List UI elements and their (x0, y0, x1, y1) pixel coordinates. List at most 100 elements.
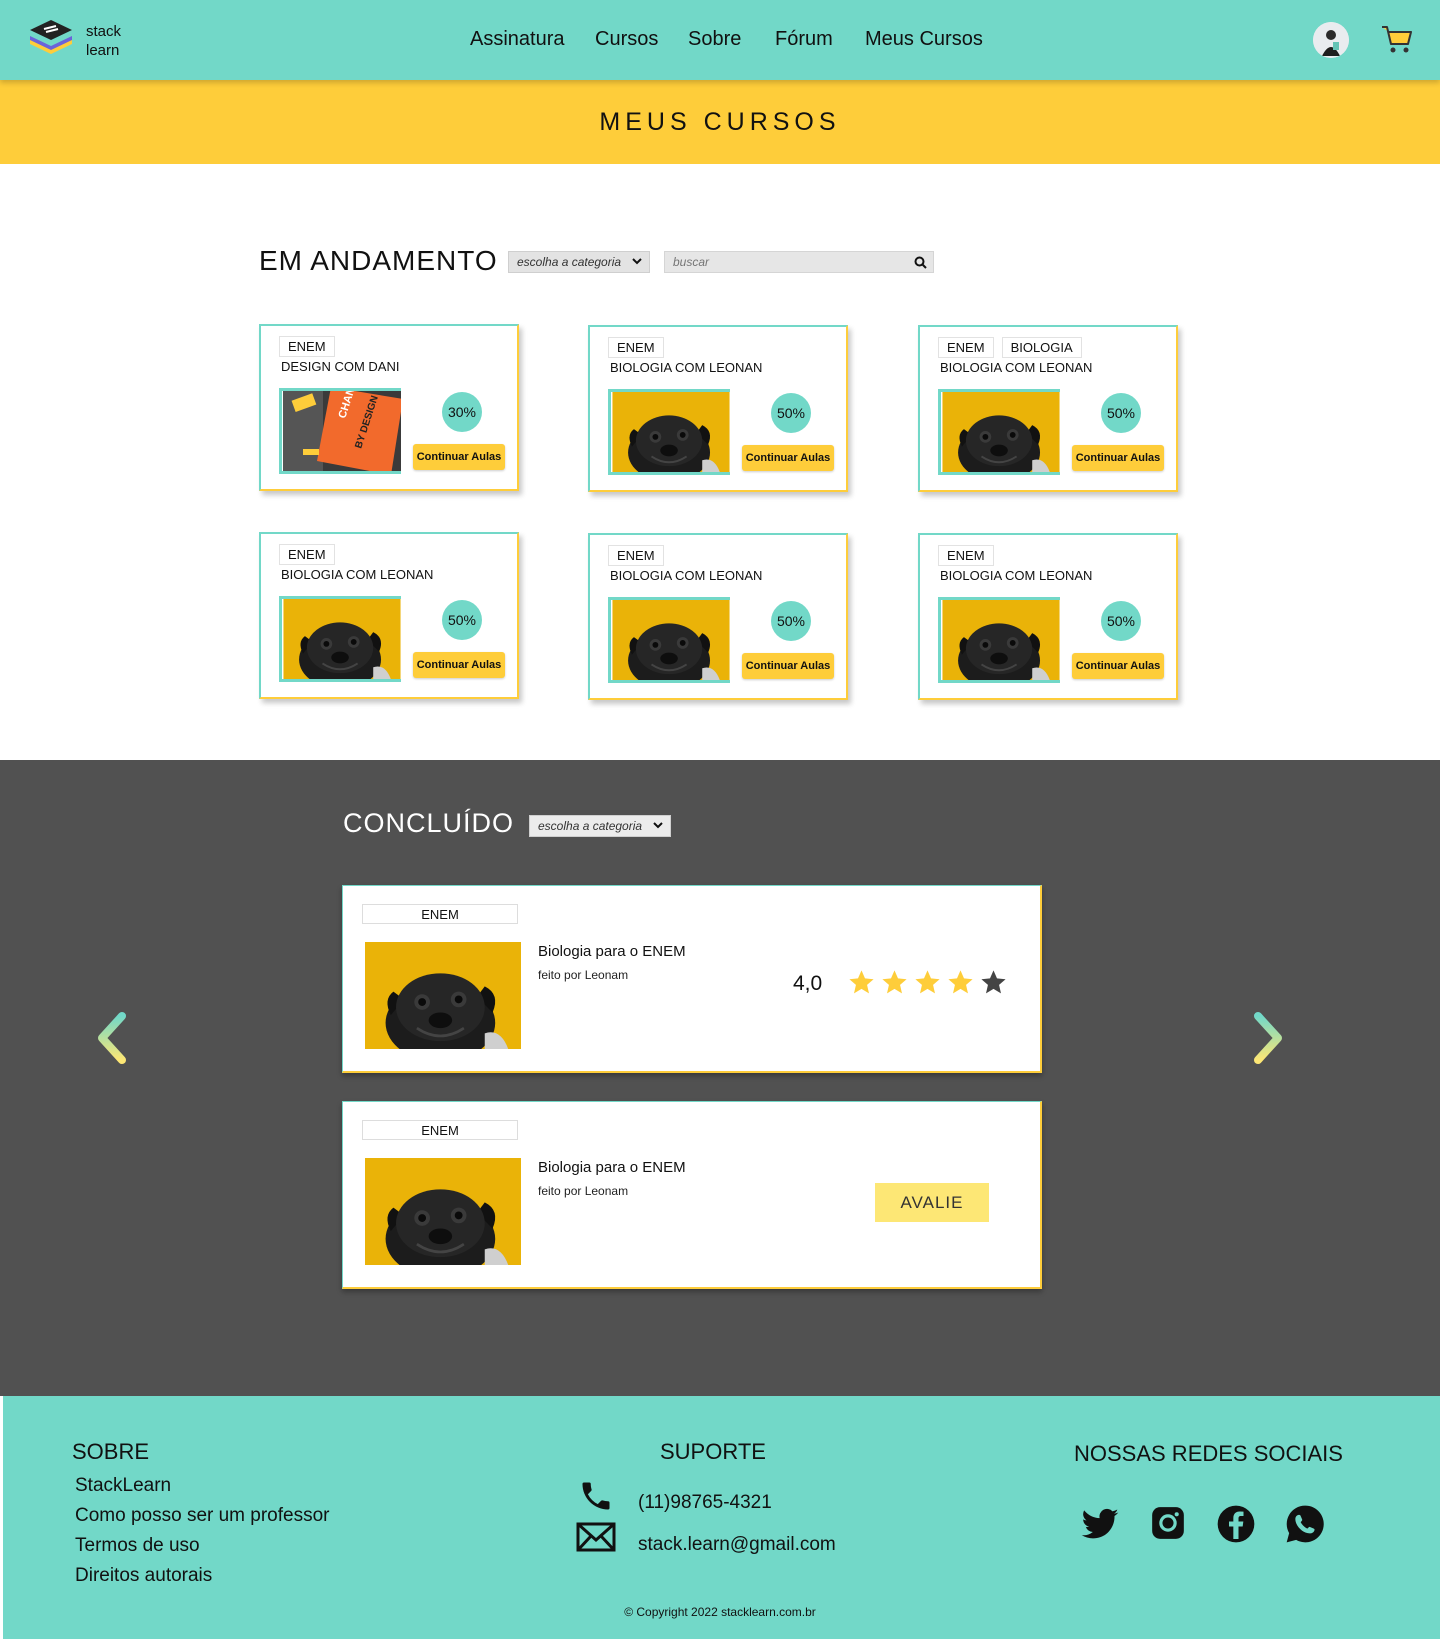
course-card[interactable]: ENEM BIOLOGIA COM LEONAN 50% Continuar A… (588, 325, 848, 492)
course-card[interactable]: ENEM BIOLOGIA COM LEONAN 50% Continuar A… (588, 533, 848, 700)
star-filled-icon (913, 968, 942, 997)
tag-list: ENEM (608, 545, 664, 566)
course-thumbnail (938, 597, 1060, 685)
course-author: feito por Leonam (538, 968, 629, 982)
instagram-icon[interactable] (1148, 1504, 1188, 1542)
chevron-down-icon (653, 822, 663, 829)
tag-list: ENEM BIOLOGIA (938, 337, 1082, 358)
search-input[interactable] (665, 252, 895, 272)
star-filled-icon (880, 968, 909, 997)
footer-suporte-title: SUPORTE (660, 1439, 766, 1464)
page-title-band: MEUS CURSOS (0, 80, 1440, 164)
course-title: BIOLOGIA COM LEONAN (281, 567, 434, 582)
completed-course-card[interactable]: ENEM Biologia para o ENEM feito por Leon… (342, 885, 1042, 1073)
progress-circle: 50% (771, 601, 811, 641)
pug-image-icon (942, 600, 1060, 680)
star-filled-icon (847, 968, 876, 997)
course-title: BIOLOGIA COM LEONAN (940, 360, 1093, 375)
course-card[interactable]: ENEM BIOLOGIA COM LEONAN 50% Continuar A… (918, 533, 1178, 700)
category-select-value: escolha a categoria (517, 255, 622, 269)
email-icon (576, 1522, 616, 1552)
facebook-icon[interactable] (1216, 1504, 1256, 1544)
search-icon[interactable] (914, 256, 927, 269)
course-title: DESIGN COM DANI (281, 359, 400, 374)
category-tag[interactable]: BIOLOGIA (1001, 337, 1082, 358)
category-tag[interactable]: ENEM (279, 336, 335, 357)
top-navbar: stack learn Assinatura Cursos Sobre Fóru… (0, 0, 1440, 80)
pug-image-icon (942, 392, 1060, 472)
page-title: MEUS CURSOS (599, 108, 841, 136)
pug-image-icon (365, 942, 521, 1049)
continue-lessons-button[interactable]: Continuar Aulas (413, 652, 505, 678)
course-image (283, 599, 401, 679)
progress-circle: 50% (442, 600, 482, 640)
footer-link-termos[interactable]: Termos de uso (75, 1535, 200, 1557)
twitter-icon[interactable] (1079, 1505, 1121, 1545)
progress-circle: 30% (442, 392, 482, 432)
category-tag[interactable]: ENEM (362, 1120, 518, 1140)
category-tag[interactable]: ENEM (608, 337, 664, 358)
footer-social-title: NOSSAS REDES SOCIAIS (1074, 1441, 1343, 1466)
footer-link-direitos[interactable]: Direitos autorais (75, 1565, 212, 1587)
main-nav: Assinatura Cursos Sobre Fórum Meus Curso… (0, 28, 1440, 52)
course-author: feito por Leonam (538, 1184, 629, 1198)
copyright-text: © Copyright 2022 stacklearn.com.br (624, 1605, 816, 1619)
in-progress-category-select[interactable]: escolha a categoria (508, 251, 650, 273)
nav-sobre[interactable]: Sobre (688, 28, 741, 51)
nav-cursos[interactable]: Cursos (595, 28, 658, 51)
course-card[interactable]: ENEM BIOLOGIA BIOLOGIA COM LEONAN 50% Co… (918, 325, 1178, 492)
course-thumbnail: CHANGE BY DESIGN (279, 388, 401, 476)
category-tag[interactable]: ENEM (279, 544, 335, 565)
carousel-prev-arrow-icon[interactable] (92, 1010, 132, 1066)
book-image-icon: CHANGE BY DESIGN (283, 391, 401, 471)
course-title: BIOLOGIA COM LEONAN (610, 360, 763, 375)
rate-course-button[interactable]: AVALIE (875, 1183, 989, 1222)
pug-image-icon (612, 392, 730, 472)
course-title: BIOLOGIA COM LEONAN (940, 568, 1093, 583)
nav-meus-cursos[interactable]: Meus Cursos (865, 28, 983, 51)
course-name[interactable]: Biologia para o ENEM (538, 1159, 686, 1176)
rating-stars (847, 968, 1008, 997)
continue-lessons-button[interactable]: Continuar Aulas (413, 444, 505, 470)
support-email[interactable]: stack.learn@gmail.com (638, 1534, 836, 1556)
course-image (612, 600, 730, 680)
rating-value: 4,0 (793, 972, 823, 995)
course-image (365, 1158, 521, 1265)
category-tag[interactable]: ENEM (608, 545, 664, 566)
category-tag[interactable]: ENEM (362, 904, 518, 924)
continue-lessons-button[interactable]: Continuar Aulas (1072, 653, 1164, 679)
tag-list: ENEM (279, 544, 335, 565)
continue-lessons-button[interactable]: Continuar Aulas (1072, 445, 1164, 471)
in-progress-title: EM ANDAMENTO (259, 245, 498, 276)
completed-section: CONCLUÍDO escolha a categoria ENEM Biolo… (0, 760, 1440, 1396)
completed-category-select[interactable]: escolha a categoria (529, 815, 671, 837)
footer-link-professor[interactable]: Como posso ser um professor (75, 1505, 330, 1527)
pug-image-icon (365, 1158, 521, 1265)
continue-lessons-button[interactable]: Continuar Aulas (742, 445, 834, 471)
continue-lessons-button[interactable]: Continuar Aulas (742, 653, 834, 679)
course-search (664, 251, 934, 273)
progress-circle: 50% (1101, 393, 1141, 433)
course-card[interactable]: ENEM DESIGN COM DANI CHANGE BY DESIGN 30… (259, 324, 519, 491)
course-image (365, 942, 521, 1049)
course-card[interactable]: ENEM BIOLOGIA COM LEONAN 50% Continuar A… (259, 532, 519, 699)
whatsapp-icon[interactable] (1285, 1504, 1325, 1544)
star-empty-icon (979, 968, 1008, 997)
completed-course-card[interactable]: ENEM Biologia para o ENEM feito por Leon… (342, 1101, 1042, 1289)
course-name[interactable]: Biologia para o ENEM (538, 943, 686, 960)
footer-sobre-title: SOBRE (72, 1439, 150, 1464)
user-avatar[interactable] (1313, 22, 1349, 58)
tag-list: ENEM (279, 336, 335, 357)
category-tag[interactable]: ENEM (938, 337, 994, 358)
nav-forum[interactable]: Fórum (775, 28, 833, 51)
footer-link-stacklearn[interactable]: StackLearn (75, 1475, 171, 1497)
course-title: BIOLOGIA COM LEONAN (610, 568, 763, 583)
course-image (612, 392, 730, 472)
course-thumbnail (608, 597, 730, 685)
carousel-next-arrow-icon[interactable] (1248, 1010, 1288, 1066)
shopping-cart-icon[interactable] (1380, 22, 1414, 56)
pug-image-icon (612, 600, 730, 680)
category-tag[interactable]: ENEM (938, 545, 994, 566)
nav-assinatura[interactable]: Assinatura (470, 28, 565, 51)
support-phone[interactable]: (11)98765-4321 (638, 1492, 772, 1514)
